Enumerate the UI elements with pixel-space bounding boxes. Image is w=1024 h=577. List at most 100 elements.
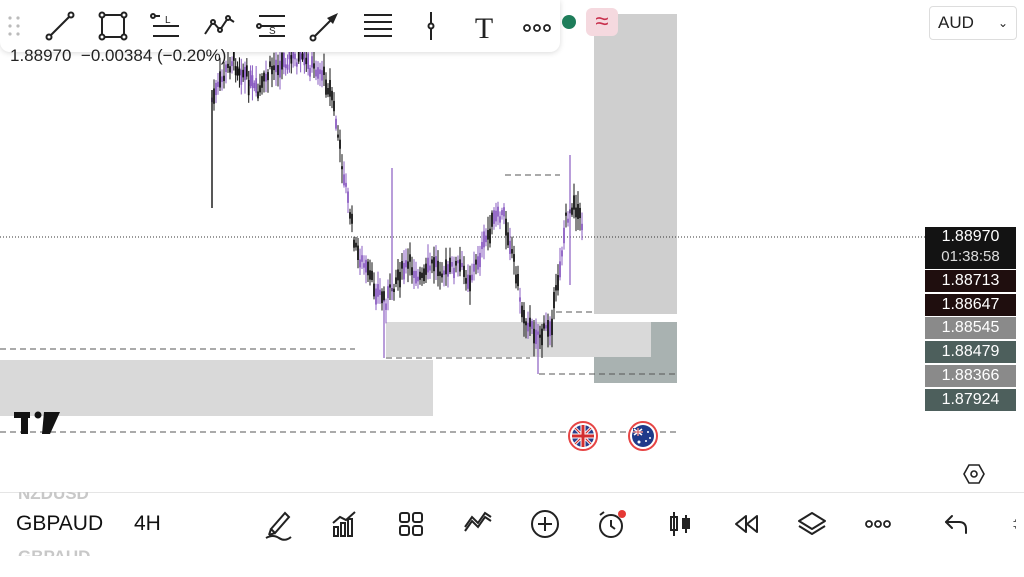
previous-symbol[interactable]: NZDUSD — [18, 492, 89, 502]
text-icon[interactable]: T — [464, 6, 504, 46]
candle-body — [533, 328, 535, 344]
candle-body — [349, 212, 351, 219]
candle-body — [335, 118, 337, 129]
more-icon[interactable] — [858, 504, 898, 544]
more-tools-icon[interactable] — [517, 6, 557, 46]
candle-body — [375, 288, 377, 305]
arrow-icon[interactable] — [305, 6, 345, 46]
chart-settings-icon[interactable] — [962, 462, 986, 486]
price-level-label: 1.88366 — [925, 365, 1016, 387]
candle-body — [455, 260, 457, 266]
candle-body — [509, 240, 511, 254]
candle-body — [355, 242, 357, 248]
drawing-tools-icon[interactable] — [258, 504, 298, 544]
compare-icon[interactable] — [458, 504, 498, 544]
path-icon[interactable] — [199, 6, 239, 46]
next-symbol[interactable]: GBPAUD — [18, 546, 90, 556]
long-position-icon[interactable]: L — [146, 6, 186, 46]
candle-body — [273, 65, 275, 71]
candle-body — [469, 275, 471, 292]
candle-body — [521, 305, 523, 318]
price-chart[interactable] — [0, 0, 1024, 490]
candle-body — [561, 250, 563, 257]
candle-body — [417, 276, 419, 282]
candle-body — [511, 249, 513, 254]
horizontal-lines-icon[interactable] — [358, 6, 398, 46]
candle-body — [231, 61, 233, 67]
alert-icon[interactable] — [591, 504, 631, 544]
candle-body — [557, 275, 559, 291]
candle-body — [459, 259, 461, 272]
candle-body — [337, 134, 339, 138]
undo-icon[interactable] — [936, 504, 976, 544]
candle-body — [517, 273, 519, 287]
candle-body — [229, 66, 231, 73]
add-icon[interactable] — [525, 504, 565, 544]
candle-body — [255, 78, 258, 93]
candle-body — [269, 61, 271, 67]
candle-body — [317, 67, 319, 79]
data-delay-icon[interactable]: ≈ — [586, 8, 618, 36]
candle-body — [405, 260, 407, 268]
candle-body — [271, 65, 273, 75]
interval-selector[interactable]: 4H — [134, 512, 161, 536]
candle-body — [361, 255, 363, 262]
indicators-icon[interactable] — [324, 504, 364, 544]
currency-select[interactable]: AUD ⌄ — [929, 6, 1017, 40]
layers-icon[interactable] — [792, 504, 832, 544]
candle-body — [513, 254, 515, 262]
candle-body — [525, 321, 527, 326]
replay-icon[interactable] — [726, 504, 766, 544]
candle-body — [321, 70, 323, 81]
candle-body — [359, 259, 361, 268]
chart-area[interactable] — [0, 0, 1024, 490]
price-level-label: 1.88479 — [925, 341, 1016, 363]
candle-body — [419, 271, 421, 280]
australia-flag-icon[interactable] — [628, 421, 658, 451]
candle-body — [447, 264, 449, 277]
candle-body — [479, 252, 481, 268]
candle-body — [393, 288, 395, 292]
candle-body — [437, 260, 439, 277]
candle-body — [247, 79, 250, 96]
candle-body — [477, 256, 479, 270]
candle-body — [232, 52, 235, 61]
short-position-icon[interactable]: S — [252, 6, 292, 46]
candle-body — [345, 182, 347, 187]
candle-body — [323, 66, 325, 75]
candle-body — [257, 91, 259, 99]
vertical-line-icon[interactable] — [411, 6, 451, 46]
candle-body — [261, 76, 263, 88]
chevron-down-icon: ⌄ — [997, 16, 1008, 30]
price-level-label: 1.87924 — [925, 389, 1016, 411]
symbol-selector[interactable]: GBPAUD — [16, 512, 103, 536]
candle-body — [245, 65, 248, 77]
candle-body — [563, 227, 565, 244]
candle-body — [465, 278, 467, 284]
candle-body — [284, 64, 287, 69]
trend-line-icon[interactable] — [40, 6, 80, 46]
uk-flag-icon[interactable] — [568, 421, 598, 451]
candle-body — [288, 51, 291, 60]
candle-body — [215, 82, 217, 96]
candle-body — [435, 256, 437, 268]
candle-body — [236, 66, 239, 76]
layouts-icon[interactable] — [391, 504, 431, 544]
chart-type-icon[interactable] — [660, 504, 700, 544]
candle-body — [305, 57, 308, 65]
candle-body — [527, 323, 529, 332]
candle-body — [485, 235, 487, 243]
candle-body — [449, 257, 451, 273]
tradingview-logo-icon[interactable] — [14, 410, 62, 434]
candle-body — [415, 270, 417, 284]
fullscreen-icon[interactable] — [996, 504, 1024, 544]
candle-body — [581, 223, 583, 231]
currency-value: AUD — [938, 13, 974, 32]
market-status-icon[interactable] — [562, 15, 576, 29]
rectangle-icon[interactable] — [93, 6, 133, 46]
drag-handle[interactable] — [4, 12, 24, 40]
candle-body — [429, 265, 431, 271]
candle-body — [333, 100, 335, 112]
candle-body — [475, 259, 477, 265]
candle-body — [567, 218, 569, 223]
